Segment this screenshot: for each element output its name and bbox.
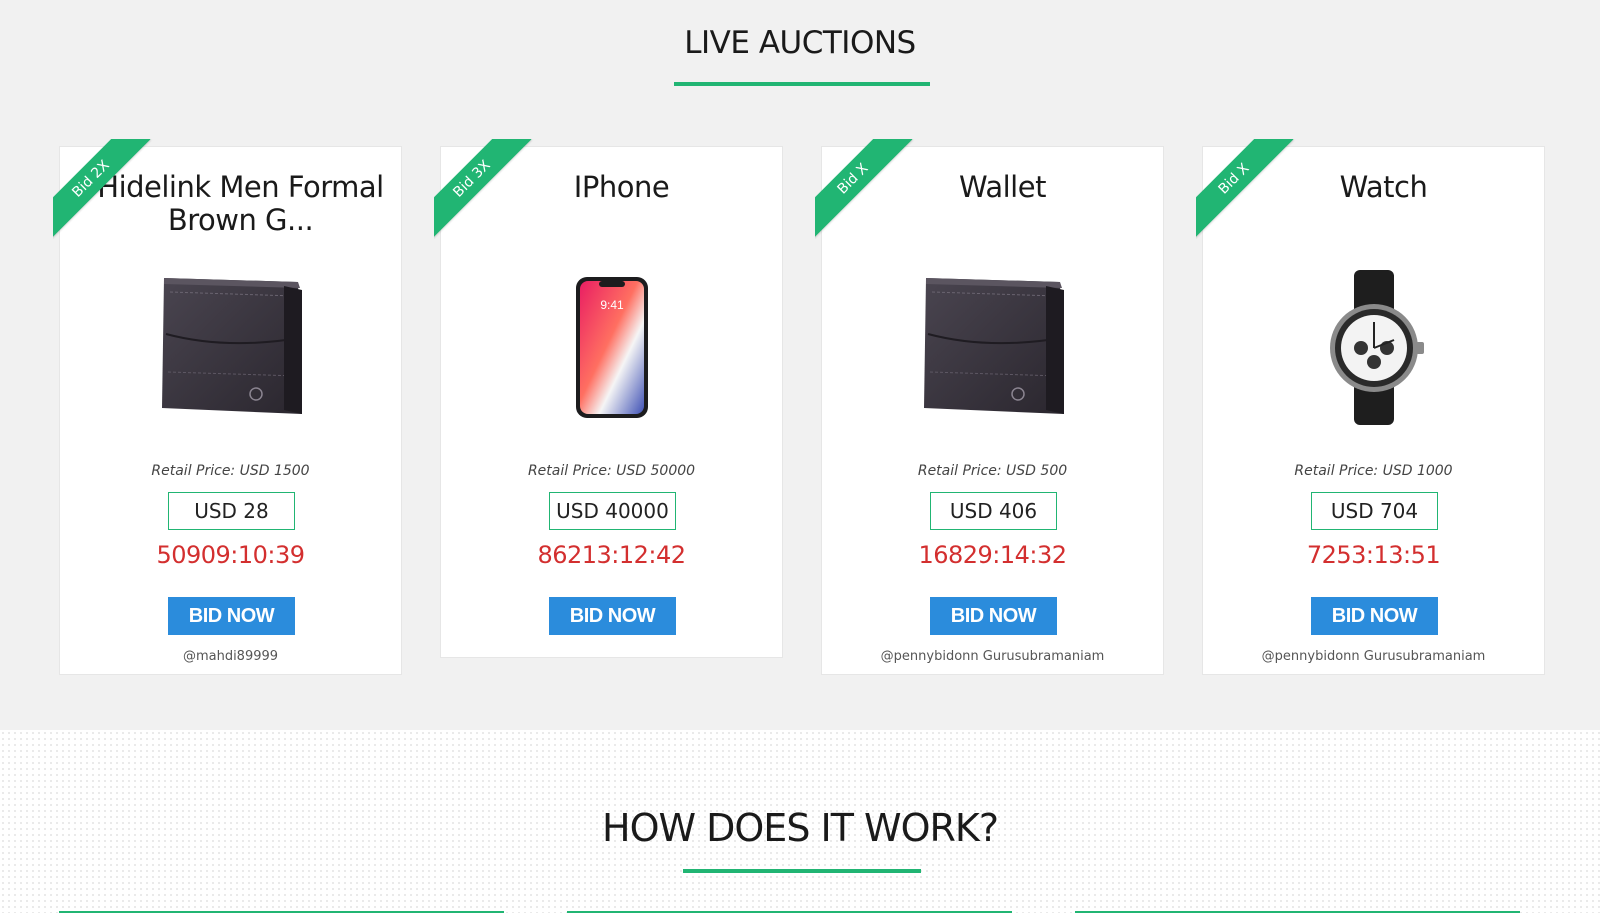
seller-handle[interactable]: @pennybidonn Gurusubramaniam (1203, 649, 1544, 664)
product-image-iphone[interactable]: 9:41 (441, 267, 782, 427)
wallet-image (923, 278, 1064, 414)
bid-now-button[interactable]: BID NOW (168, 597, 295, 635)
current-bid-price: USD 40000 (549, 492, 676, 530)
iphone-image: 9:41 (575, 276, 648, 418)
auction-card: Hidelink Men Formal Brown G... Retail Pr… (59, 146, 402, 675)
countdown-timer: 16829:14:32 (918, 541, 1067, 569)
countdown-timer: 50909:10:39 (156, 541, 305, 569)
countdown-timer: 7253:13:51 (1306, 541, 1441, 569)
product-title[interactable]: Wallet (852, 171, 1153, 204)
bid-now-button[interactable]: BID NOW (549, 597, 676, 635)
retail-price: Retail Price: USD 500 (917, 463, 1068, 479)
current-bid-price: USD 704 (1311, 492, 1438, 530)
how-it-works-section: HOW DOES IT WORK? (0, 730, 1600, 913)
product-title[interactable]: IPhone (471, 171, 772, 204)
current-bid-price: USD 406 (930, 492, 1057, 530)
auction-card: IPhone 9:41 Retail Price: USD 50000 USD … (440, 146, 783, 658)
retail-price: Retail Price: USD 50000 (527, 463, 696, 479)
auction-card: Wallet Retail Price: USD 500 USD 406 168… (821, 146, 1164, 675)
bid-now-button[interactable]: BID NOW (930, 597, 1057, 635)
retail-price: Retail Price: USD 1500 (151, 463, 310, 479)
product-image-wallet[interactable] (60, 267, 401, 427)
product-image-watch[interactable] (1203, 267, 1544, 427)
seller-handle[interactable]: @pennybidonn Gurusubramaniam (822, 649, 1163, 664)
live-auctions-section: LIVE AUCTIONS Hidelink Men Formal Brown … (0, 0, 1600, 730)
watch-image (1329, 269, 1424, 425)
wallet-image (161, 278, 302, 414)
current-bid-price: USD 28 (168, 492, 295, 530)
auction-card-list: Hidelink Men Formal Brown G... Retail Pr… (0, 0, 1600, 730)
retail-price: Retail Price: USD 1000 (1294, 463, 1453, 479)
product-image-wallet[interactable] (822, 267, 1163, 427)
how-it-works-title: HOW DOES IT WORK? (602, 806, 999, 850)
auction-card: Watch Retail Price: USD 1000 USD 704 725… (1202, 146, 1545, 675)
title-underline (683, 869, 921, 873)
countdown-timer: 86213:12:42 (537, 541, 686, 569)
product-title[interactable]: Watch (1233, 171, 1534, 204)
product-title[interactable]: Hidelink Men Formal Brown G... (90, 171, 391, 237)
seller-handle[interactable]: @mahdi89999 (60, 649, 401, 664)
svg-text:9:41: 9:41 (600, 298, 624, 312)
bid-now-button[interactable]: BID NOW (1311, 597, 1438, 635)
